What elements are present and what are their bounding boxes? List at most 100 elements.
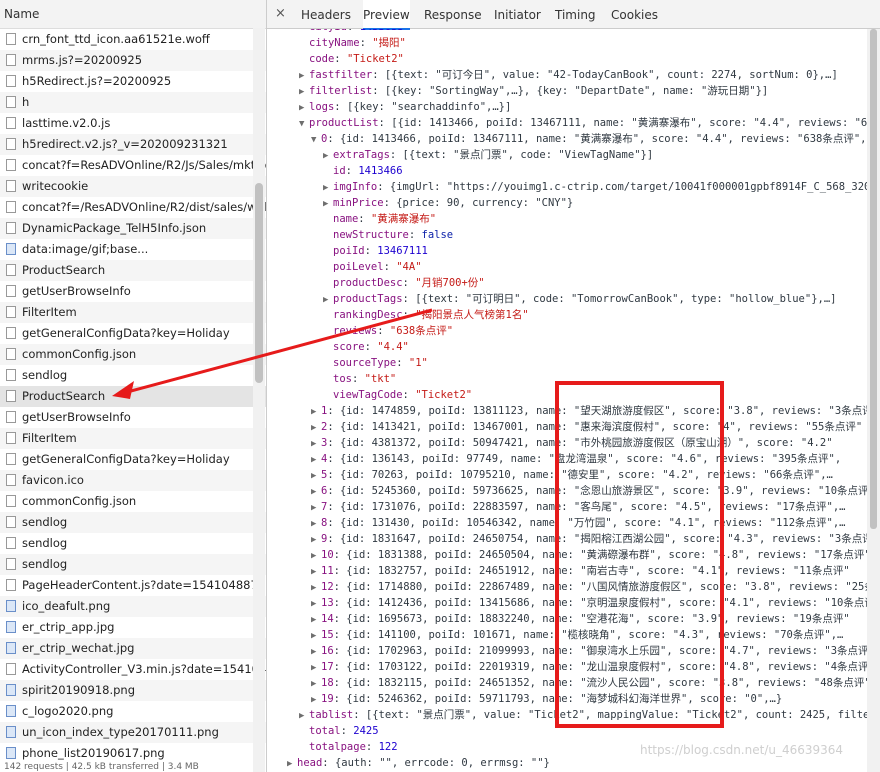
request-row[interactable]: ProductSearch [0,260,266,281]
request-row[interactable]: concat?f=/ResADVOnline/R2/dist/sales/wal [0,197,266,218]
json-line[interactable]: ▶ 13: {id: 1412436, poiId: 13415686, name… [311,595,867,611]
collapsed-triangle-icon[interactable]: ▶ [311,516,321,532]
collapsed-triangle-icon[interactable]: ▶ [311,564,321,580]
json-line[interactable]: ▶ 6: {id: 5245360, poiId: 59736625, name:… [311,483,867,499]
json-line[interactable]: ▶ fastfilter: [{text: "可订今日", value: "42-… [299,67,838,83]
collapsed-triangle-icon[interactable]: ▶ [311,484,321,500]
json-line[interactable]: ▶ logs: [{key: "searchaddinfo",…}] [299,99,511,115]
request-row[interactable]: ico_deafult.png [0,596,266,617]
request-row[interactable]: mrms.js?=20200925 [0,50,266,71]
collapsed-triangle-icon[interactable]: ▶ [311,676,321,692]
json-line[interactable]: ▶ 17: {id: 1703122, poiId: 22019319, name… [311,659,867,675]
request-row[interactable]: c_logo2020.png [0,701,266,722]
json-line[interactable]: ▶ 10: {id: 1831388, poiId: 24650504, name… [311,547,867,563]
json-line[interactable]: ▶ 1: {id: 1474859, poiId: 13811123, name:… [311,403,867,419]
json-line[interactable]: ▶ 18: {id: 1832115, poiId: 24651352, name… [311,675,867,691]
request-row[interactable]: FilterItem [0,302,266,323]
expanded-triangle-icon[interactable]: ▼ [299,116,309,132]
request-row[interactable]: lasttime.v2.0.js [0,113,266,134]
json-line[interactable]: ▶ productTags: [{text: "可订明日", code: "Tom… [323,291,836,307]
request-row[interactable]: er_ctrip_wechat.jpg [0,638,266,659]
request-row[interactable]: getUserBrowseInfo [0,407,266,428]
tab-response[interactable]: Response [424,0,482,28]
request-row[interactable]: DynamicPackage_TelH5Info.json [0,218,266,239]
collapsed-triangle-icon[interactable]: ▶ [299,84,309,100]
json-line[interactable]: ▼ 0: {id: 1413466, poiId: 13467111, name:… [311,131,866,147]
json-line[interactable]: ▶ imgInfo: {imgUrl: "https://youimg1.c-ct… [323,179,867,195]
collapsed-triangle-icon[interactable]: ▶ [311,580,321,596]
request-row[interactable]: sendlog [0,554,266,575]
request-row[interactable]: spirit20190918.png [0,680,266,701]
request-row[interactable]: h [0,92,266,113]
collapsed-triangle-icon[interactable]: ▶ [299,708,309,724]
tab-headers[interactable]: Headers [301,0,351,28]
request-row[interactable]: commonConfig.json [0,344,266,365]
tab-timing[interactable]: Timing [555,0,596,28]
collapsed-triangle-icon[interactable]: ▶ [311,628,321,644]
json-line[interactable]: ▶ head: {auth: "", errcode: 0, errmsg: ""… [287,755,550,771]
request-row[interactable]: h5Redirect.js?=20200925 [0,71,266,92]
tab-preview[interactable]: Preview [363,0,410,30]
request-row[interactable]: data:image/gif;base... [0,239,266,260]
collapsed-triangle-icon[interactable]: ▶ [311,404,321,420]
json-line[interactable]: ▶ 11: {id: 1832757, poiId: 24651912, name… [311,563,850,579]
request-row[interactable]: ProductSearch [0,386,266,407]
collapsed-triangle-icon[interactable]: ▶ [311,436,321,452]
json-line[interactable]: ▶ 5: {id: 70263, poiId: 10795210, name: "… [311,467,833,483]
json-line[interactable]: ▶ 7: {id: 1731076, poiId: 22883597, name:… [311,499,845,515]
request-row[interactable]: phone_list20190617.png [0,743,266,764]
request-list-scrollbar[interactable] [253,28,265,772]
json-line[interactable]: ▶ 16: {id: 1702963, poiId: 21099993, name… [311,643,867,659]
collapsed-triangle-icon[interactable]: ▶ [323,148,333,164]
collapsed-triangle-icon[interactable]: ▶ [311,548,321,564]
request-row[interactable]: concat?f=ResADVOnline/R2/Js/Sales/mkt.b [0,155,266,176]
json-line[interactable]: ▶ 9: {id: 1831647, poiId: 24650754, name:… [311,531,867,547]
collapsed-triangle-icon[interactable]: ▶ [311,452,321,468]
collapsed-triangle-icon[interactable]: ▶ [311,468,321,484]
collapsed-triangle-icon[interactable]: ▶ [311,596,321,612]
json-line[interactable]: ▶ 2: {id: 1413421, poiId: 13467001, name:… [311,419,862,435]
json-line[interactable]: ▶ extraTags: [{text: "景点门票", code: "ViewT… [323,147,653,163]
json-line[interactable]: ▶ tablist: [{text: "景点门票", value: "Ticket… [299,707,867,723]
close-icon[interactable]: × [275,6,286,21]
collapsed-triangle-icon[interactable]: ▶ [311,692,321,708]
request-row[interactable]: ActivityController_V3.min.js?date=154104… [0,659,266,680]
name-column-header[interactable]: Name [0,0,266,29]
json-line[interactable]: ▶ 3: {id: 4381372, poiId: 50947421, name:… [311,435,833,451]
request-row[interactable]: getGeneralConfigData?key=Holiday [0,449,266,470]
collapsed-triangle-icon[interactable]: ▶ [287,756,297,772]
preview-scrollbar[interactable] [867,29,880,772]
tab-cookies[interactable]: Cookies [611,0,658,28]
collapsed-triangle-icon[interactable]: ▶ [323,180,333,196]
collapsed-triangle-icon[interactable]: ▶ [311,660,321,676]
json-line[interactable]: ▶ 19: {id: 5246362, poiId: 59711793, name… [311,691,782,707]
request-row[interactable]: er_ctrip_app.jpg [0,617,266,638]
request-row[interactable]: commonConfig.json [0,491,266,512]
request-row[interactable]: sendlog [0,533,266,554]
collapsed-triangle-icon[interactable]: ▶ [299,68,309,84]
request-list-scroll-thumb[interactable] [255,183,263,383]
request-row[interactable]: sendlog [0,512,266,533]
collapsed-triangle-icon[interactable]: ▶ [299,100,309,116]
tab-initiator[interactable]: Initiator [494,0,541,28]
json-line[interactable]: ▶ 4: {id: 136143, poiId: 97749, name: "盘龙… [311,451,841,467]
request-row[interactable]: getGeneralConfigData?key=Holiday [0,323,266,344]
json-line[interactable]: ▶ 15: {id: 141100, poiId: 101671, name: "… [311,627,843,643]
request-row[interactable]: PageHeaderContent.js?date=1541048870 [0,575,266,596]
collapsed-triangle-icon[interactable]: ▶ [311,644,321,660]
request-row[interactable]: writecookie [0,176,266,197]
request-row[interactable]: h5redirect.v2.js?_v=202009231321 [0,134,266,155]
collapsed-triangle-icon[interactable]: ▶ [311,612,321,628]
request-row[interactable]: getUserBrowseInfo [0,281,266,302]
request-row[interactable]: crn_font_ttd_icon.aa61521e.woff [0,29,266,50]
collapsed-triangle-icon[interactable]: ▶ [323,196,333,212]
json-line[interactable]: ▶ 8: {id: 131430, poiId: 10546342, name: … [311,515,845,531]
json-line[interactable]: ▶ 12: {id: 1714880, poiId: 22867489, name… [311,579,867,595]
request-row[interactable]: un_icon_index_type20170111.png [0,722,266,743]
expanded-triangle-icon[interactable]: ▼ [311,132,321,148]
json-line[interactable]: ▶ filterlist: [{key: "SortingWay",…}, {ke… [299,83,768,99]
preview-scroll-thumb[interactable] [870,29,877,529]
collapsed-triangle-icon[interactable]: ▶ [311,420,321,436]
request-row[interactable]: FilterItem [0,428,266,449]
json-line[interactable]: ▶ 14: {id: 1695673, poiId: 18832240, name… [311,611,850,627]
